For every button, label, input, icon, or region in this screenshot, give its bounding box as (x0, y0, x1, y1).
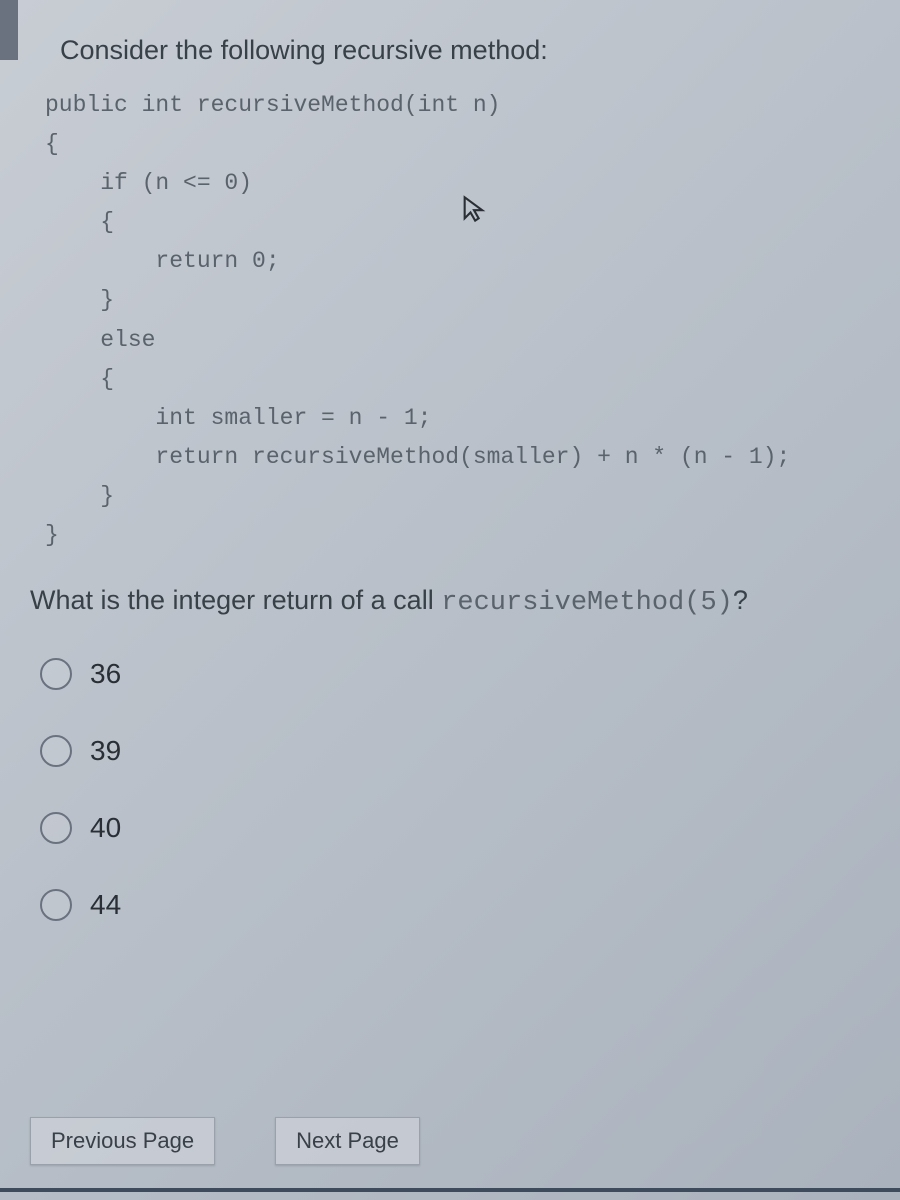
radio-button[interactable] (40, 658, 72, 690)
radio-button[interactable] (40, 889, 72, 921)
option-label: 36 (90, 658, 121, 690)
option-40[interactable]: 40 (40, 812, 870, 844)
question-followup: What is the integer return of a call rec… (30, 585, 870, 618)
option-label: 44 (90, 889, 121, 921)
accent-bar (0, 0, 18, 60)
option-36[interactable]: 36 (40, 658, 870, 690)
next-page-button[interactable]: Next Page (275, 1117, 420, 1165)
question-tail-post: ? (733, 585, 748, 615)
question-tail-code: recursiveMethod(5) (441, 588, 733, 618)
previous-page-button[interactable]: Previous Page (30, 1117, 215, 1165)
radio-button[interactable] (40, 812, 72, 844)
question-tail-pre: What is the integer return of a call (30, 585, 441, 615)
option-44[interactable]: 44 (40, 889, 870, 921)
question-prompt: Consider the following recursive method: (60, 35, 870, 66)
option-39[interactable]: 39 (40, 735, 870, 767)
nav-row: Previous Page Next Page (30, 1117, 420, 1165)
option-label: 40 (90, 812, 121, 844)
radio-button[interactable] (40, 735, 72, 767)
bottom-divider (0, 1188, 900, 1192)
code-block: public int recursiveMethod(int n) { if (… (45, 86, 870, 555)
option-label: 39 (90, 735, 121, 767)
options-group: 36 39 40 44 (40, 658, 870, 921)
